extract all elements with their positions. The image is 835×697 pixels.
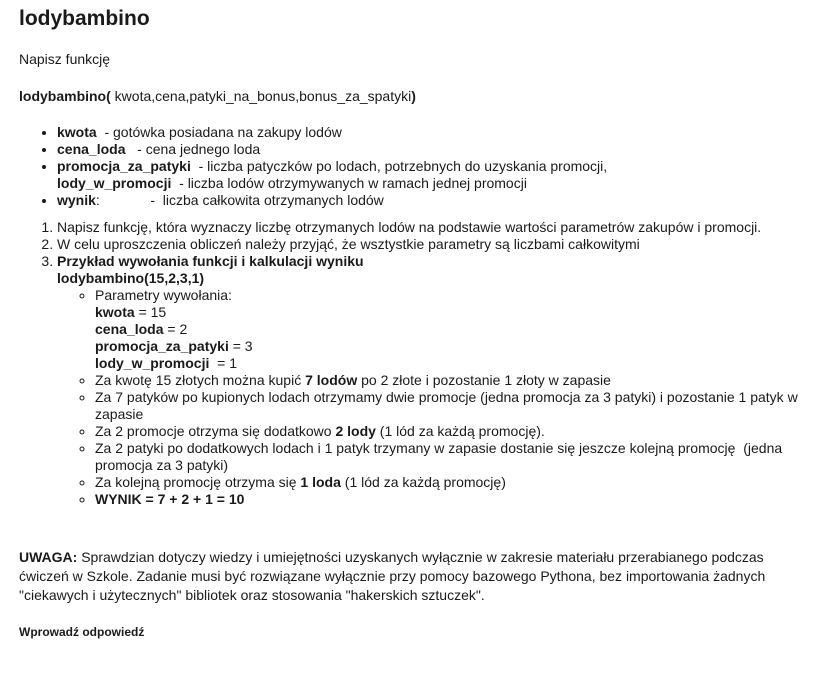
param-value: = 3 bbox=[228, 338, 253, 354]
param-value: = 15 bbox=[134, 304, 167, 320]
warning-label: UWAGA: bbox=[19, 549, 78, 565]
answer-label: Wprowadź odpowiedź bbox=[19, 625, 145, 639]
task-page: lodybambino Napisz funkcję lodybambino( … bbox=[0, 0, 835, 641]
list-item: Za kwotę 15 złotych można kupić 7 lodów … bbox=[95, 372, 816, 389]
param-value: = 2 bbox=[163, 321, 188, 337]
param-desc: - cena jednego loda bbox=[125, 141, 261, 157]
page-title: lodybambino bbox=[19, 7, 150, 30]
warning-note: UWAGA: Sprawdzian dotyczy wiedzy i umiej… bbox=[19, 548, 816, 605]
step-text: Za 2 promocje otrzyma się dodatkowo bbox=[95, 423, 336, 439]
params-label: Parametry wywołania: bbox=[95, 287, 232, 303]
intro-text: Napisz funkcję bbox=[19, 51, 111, 67]
step-text: Za kolejną promocję otrzyma się bbox=[95, 474, 301, 490]
param-desc: - liczba lodów otrzymywanych w ramach je… bbox=[171, 175, 527, 191]
list-item: WYNIK = 7 + 2 + 1 = 10 bbox=[95, 491, 816, 508]
step-text: (1 lód za każdą promocję). bbox=[375, 423, 545, 439]
param-name: lody_w_promocji bbox=[95, 355, 210, 371]
signature-name: lodybambino( bbox=[19, 88, 111, 104]
param-desc: - liczba patyczków po lodach, potrzebnyc… bbox=[190, 158, 608, 174]
param-name: lody_w_promocji bbox=[57, 175, 172, 191]
param-name: wynik bbox=[57, 192, 96, 208]
list-item: W celu uproszczenia obliczeń należy przy… bbox=[57, 236, 816, 253]
param-name: kwota bbox=[95, 304, 135, 320]
step-highlight: 2 lody bbox=[335, 423, 376, 439]
list-item: Za 2 promocje otrzyma się dodatkowo 2 lo… bbox=[95, 423, 816, 440]
example-call: lodybambino(15,2,3,1) bbox=[57, 270, 205, 286]
function-signature: lodybambino( kwota,cena,patyki_na_bonus,… bbox=[19, 87, 816, 105]
list-item: promocja_za_patyki - liczba patyczków po… bbox=[57, 158, 816, 192]
step-highlight: 7 lodów bbox=[305, 372, 358, 388]
list-item: Za 7 patyków po kupionych lodach otrzyma… bbox=[95, 389, 816, 423]
step-text: po 2 złote i pozostanie 1 złoty w zapasi… bbox=[357, 372, 611, 388]
list-item: Parametry wywołania: kwota = 15 cena_lod… bbox=[95, 287, 816, 372]
param-desc: : - liczba całkowita otrzymanych lodów bbox=[95, 192, 384, 208]
example-heading: Przykład wywołania funkcji i kalkulacji … bbox=[57, 253, 364, 269]
param-name: kwota bbox=[57, 124, 97, 140]
param-name: promocja_za_patyki bbox=[95, 338, 229, 354]
list-item: kwota - gotówka posiadana na zakupy lodó… bbox=[57, 124, 816, 141]
result-text: WYNIK = 7 + 2 + 1 = 10 bbox=[95, 491, 245, 507]
warning-text: Sprawdzian dotyczy wiedzy i umiejętności… bbox=[19, 549, 766, 603]
step-text: Za kwotę 15 złotych można kupić bbox=[95, 372, 306, 388]
signature-args: kwota,cena,patyki_na_bonus,bonus_za_spat… bbox=[110, 88, 412, 104]
list-item: Za kolejną promocję otrzyma się 1 loda (… bbox=[95, 474, 816, 491]
parameter-list: kwota - gotówka posiadana na zakupy lodó… bbox=[19, 124, 816, 209]
param-name: cena_loda bbox=[95, 321, 164, 337]
task-list: Napisz funkcję, która wyznaczy liczbę ot… bbox=[19, 219, 816, 508]
param-name: promocja_za_patyki bbox=[57, 158, 191, 174]
list-item: cena_loda - cena jednego loda bbox=[57, 141, 816, 158]
list-item: wynik: - liczba całkowita otrzymanych lo… bbox=[57, 192, 816, 209]
list-item: Za 2 patyki po dodatkowych lodach i 1 pa… bbox=[95, 440, 816, 474]
list-item: Napisz funkcję, która wyznaczy liczbę ot… bbox=[57, 219, 816, 236]
param-name: cena_loda bbox=[57, 141, 126, 157]
param-desc: - gotówka posiadana na zakupy lodów bbox=[96, 124, 342, 140]
param-value: = 1 bbox=[209, 355, 237, 371]
step-highlight: 1 loda bbox=[300, 474, 341, 490]
signature-close: ) bbox=[411, 88, 416, 104]
step-text: (1 lód za każdą promocję) bbox=[340, 474, 506, 490]
list-item: Przykład wywołania funkcji i kalkulacji … bbox=[57, 253, 816, 508]
example-steps: Parametry wywołania: kwota = 15 cena_lod… bbox=[57, 287, 816, 508]
